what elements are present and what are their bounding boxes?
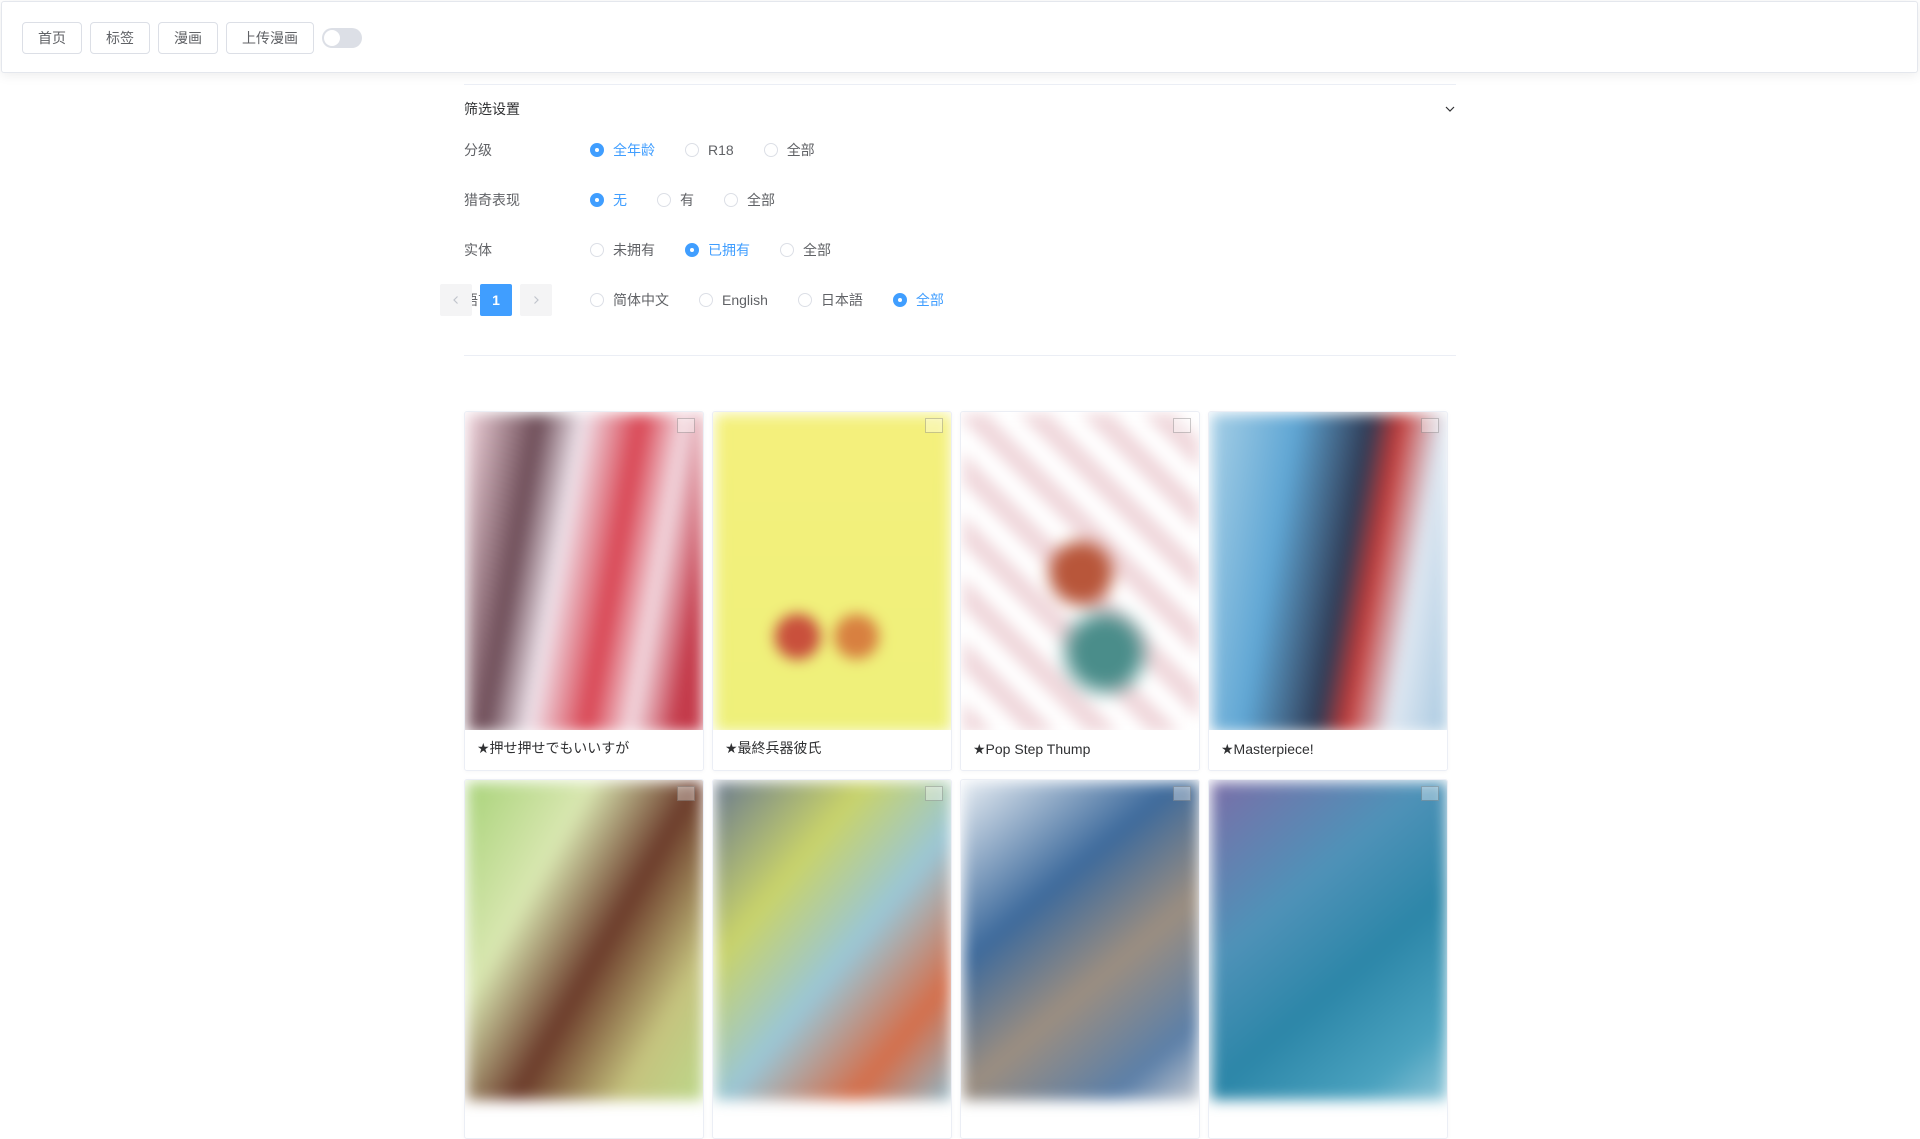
rating-badge-icon — [925, 786, 943, 801]
filter-radio-option[interactable]: English — [699, 292, 768, 308]
radio-circle — [763, 143, 778, 157]
radio-circle — [699, 293, 713, 307]
radio-circle — [590, 243, 604, 257]
filter-radio-option[interactable]: 已拥有 — [685, 240, 750, 260]
comic-card[interactable] — [464, 779, 704, 1139]
filter-panel: 筛选设置 分级 全年龄 R18 全部 猎奇表现无有全部 实体 未拥有 已拥有 全部 语言 简体中文 E… — [464, 84, 1456, 356]
comic-card[interactable] — [960, 779, 1200, 1139]
comic-card[interactable] — [1208, 779, 1448, 1139]
comic-cover-image[interactable] — [467, 782, 703, 1100]
main-content: 筛选设置 分级 全年龄 R18 全部 猎奇表现无有全部 实体 未拥有 已拥有 全部 语言 简体中文 E… — [464, 84, 1456, 356]
comic-cover-image[interactable] — [715, 414, 951, 732]
filter-row: 分级 全年龄 R18 全部 — [464, 125, 1456, 175]
pagination-prev-button[interactable] — [440, 284, 472, 316]
rating-badge-icon — [1173, 418, 1191, 433]
comic-title[interactable]: ★Masterpiece! — [1221, 741, 1314, 758]
filter-radio-option[interactable]: 日本語 — [797, 290, 863, 310]
pagination-next-button[interactable] — [520, 284, 552, 316]
radio-label: 全部 — [786, 142, 815, 158]
filter-body: 分级 全年龄 R18 全部 猎奇表现无有全部 实体 未拥有 已拥有 全部 语言 简体中文 Englis… — [464, 125, 1456, 355]
radio-label: 有 — [680, 192, 694, 208]
radio-label: English — [722, 292, 768, 308]
comic-title[interactable]: ★Pop Step Thump — [973, 741, 1090, 758]
chevron-left-icon — [453, 296, 458, 304]
nav-home-button[interactable]: 首页 — [22, 22, 82, 54]
filter-radio-option[interactable]: 全部 — [763, 140, 815, 160]
nav-tags-button[interactable]: 标签 — [90, 22, 150, 54]
filter-radio-option[interactable]: 简体中文 — [590, 290, 669, 310]
radio-label: 未拥有 — [613, 242, 655, 258]
comic-cover-image[interactable] — [715, 782, 951, 1100]
radio-circle — [780, 243, 794, 257]
radio-circle — [657, 193, 671, 207]
rating-badge-icon — [1173, 786, 1191, 801]
filter-radio-option[interactable]: 全部 — [780, 240, 831, 260]
filter-row-label: 实体 — [464, 242, 492, 258]
rating-badge-icon — [1421, 418, 1439, 433]
filter-panel-title: 筛选设置 — [464, 101, 520, 117]
radio-label: 全年龄 — [613, 142, 655, 158]
pagination-page-1[interactable]: 1 — [480, 284, 512, 316]
filter-radio-option[interactable]: 全部 — [892, 290, 944, 310]
comic-cover-image[interactable] — [467, 414, 703, 732]
radio-circle — [797, 293, 812, 307]
comic-card[interactable]: ★最終兵器彼氏 — [712, 411, 952, 771]
filter-radio-option[interactable]: 未拥有 — [590, 240, 655, 260]
rating-badge-icon — [1421, 786, 1439, 801]
radio-circle — [685, 143, 699, 157]
pagination: 1 — [440, 284, 552, 316]
radio-circle — [590, 143, 604, 157]
comic-grid: ★押せ押せでもいいすが ★最終兵器彼氏 ★Pop Step Thump ★Master… — [464, 411, 1448, 1139]
filter-row: 语言 简体中文 English 日本語 全部 — [464, 275, 1456, 325]
comic-card[interactable]: ★押せ押せでもいいすが — [464, 411, 704, 771]
radio-label: R18 — [708, 142, 734, 158]
nav-bar: 首页 标签 漫画 上传漫画 — [22, 22, 362, 54]
chevron-down-icon[interactable] — [1444, 103, 1456, 115]
filter-radio-option[interactable]: R18 — [685, 142, 734, 158]
radio-circle — [590, 293, 604, 307]
comic-card[interactable]: ★Masterpiece! — [1208, 411, 1448, 771]
radio-label: 全部 — [803, 242, 831, 258]
radio-label: 无 — [613, 192, 627, 208]
radio-circle — [724, 193, 738, 207]
radio-circle — [892, 293, 907, 307]
comic-cover-image[interactable] — [963, 782, 1199, 1100]
comic-cover-image[interactable] — [1211, 782, 1447, 1100]
nav-comics-button[interactable]: 漫画 — [158, 22, 218, 54]
comic-title[interactable]: ★押せ押せでもいいすが — [477, 738, 629, 758]
comic-title[interactable]: ★最終兵器彼氏 — [725, 738, 822, 758]
filter-row-label: 分级 — [464, 142, 492, 158]
filter-row-label: 猎奇表现 — [464, 192, 520, 208]
radio-label: 日本語 — [820, 292, 863, 308]
filter-row: 猎奇表现 无 有 全部 — [464, 175, 1456, 225]
filter-radio-option[interactable]: 无 — [590, 190, 627, 210]
comic-cover-image[interactable] — [1211, 414, 1447, 732]
comic-card[interactable] — [712, 779, 952, 1139]
filter-radio-option[interactable]: 全年龄 — [590, 140, 655, 160]
rating-badge-icon — [677, 786, 695, 801]
radio-label: 已拥有 — [708, 242, 750, 258]
radio-label: 全部 — [747, 192, 775, 208]
filter-radio-option[interactable]: 有 — [657, 190, 694, 210]
radio-circle — [685, 243, 699, 257]
rating-badge-icon — [677, 418, 695, 433]
top-navbar: 首页 标签 漫画 上传漫画 — [1, 1, 1918, 73]
nav-upload-button[interactable]: 上传漫画 — [226, 22, 314, 54]
toggle-knob — [324, 30, 340, 46]
radio-label: 简体中文 — [613, 292, 669, 308]
comic-card[interactable]: ★Pop Step Thump — [960, 411, 1200, 771]
theme-toggle-switch[interactable] — [322, 28, 362, 48]
filter-radio-option[interactable]: 全部 — [724, 190, 775, 210]
chevron-right-icon — [534, 296, 539, 304]
rating-badge-icon — [925, 418, 943, 433]
comic-cover-image[interactable] — [963, 414, 1199, 732]
radio-circle — [590, 193, 604, 207]
filter-row: 实体 未拥有 已拥有 全部 — [464, 225, 1456, 275]
radio-label: 全部 — [915, 292, 944, 308]
